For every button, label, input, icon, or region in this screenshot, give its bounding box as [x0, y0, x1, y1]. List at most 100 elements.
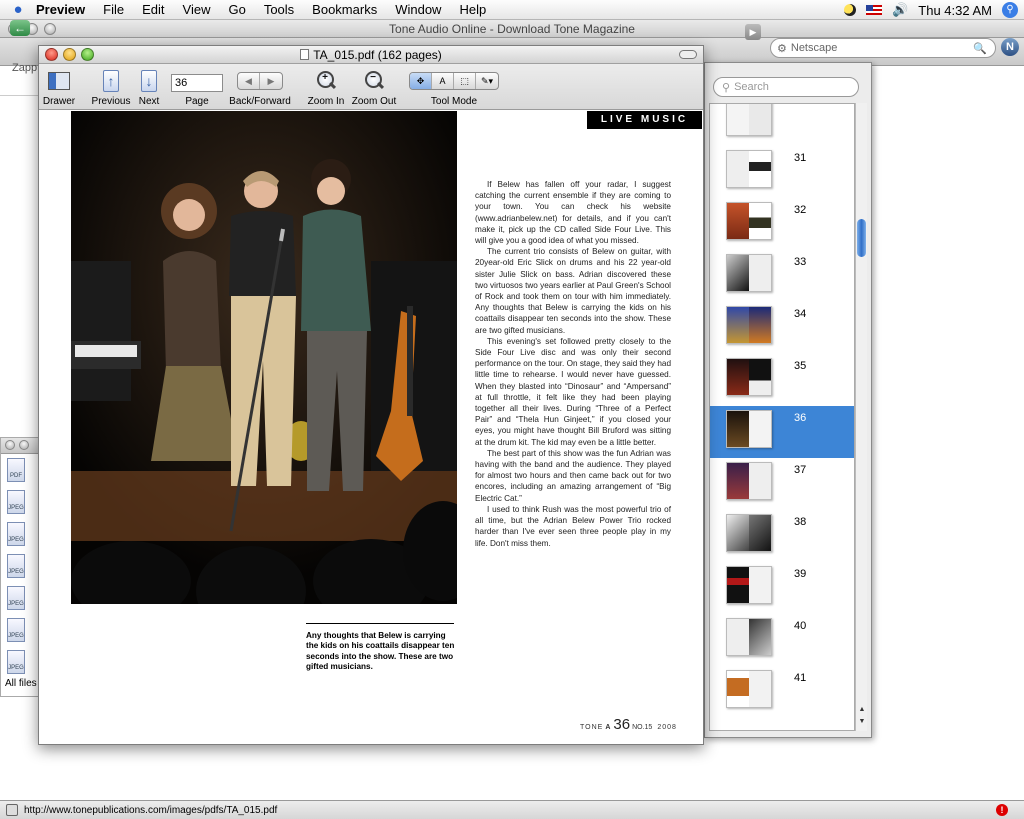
us-flag-icon[interactable] [866, 5, 883, 15]
concert-photo [71, 111, 457, 604]
menu-help[interactable]: Help [459, 2, 486, 17]
page-thumbnail[interactable] [726, 358, 772, 396]
menu-tools[interactable]: Tools [264, 2, 294, 17]
menu-edit[interactable]: Edit [142, 2, 164, 17]
annotate-tool-icon[interactable]: ✎▾ [476, 73, 498, 89]
file-item[interactable]: JPEG [1, 550, 39, 582]
menu-go[interactable]: Go [228, 2, 245, 17]
volume-icon[interactable]: 🔊 [892, 2, 908, 18]
drawer-scrollbar[interactable]: ▲ ▼ [855, 103, 867, 731]
file-item[interactable]: PDF [1, 454, 39, 486]
moon-icon[interactable] [844, 4, 857, 16]
move-tool-icon[interactable]: ✥ [410, 73, 432, 89]
file-item[interactable]: JPEG [1, 614, 39, 646]
browser-back-icon[interactable]: ← [10, 20, 30, 36]
thumbnail-row[interactable]: 31 [710, 146, 854, 198]
search-engine-icon: ⚙ [777, 42, 787, 55]
jpeg-file-icon: JPEG [7, 554, 25, 578]
page-thumbnail[interactable] [726, 670, 772, 708]
browser-status-bar: http://www.tonepublications.com/images/p… [0, 800, 1024, 819]
zoom-out-icon: − [363, 70, 385, 92]
pdf-page[interactable]: LIVE MUSIC If Belew has fallen off your … [40, 111, 702, 744]
page-thumbnail[interactable] [726, 104, 772, 136]
close-icon[interactable] [45, 48, 58, 61]
page-thumbnail[interactable] [726, 254, 772, 292]
forward-icon[interactable]: ▶ [260, 73, 282, 89]
file-item[interactable]: JPEG [1, 518, 39, 550]
browser-search-field[interactable]: ⚙ Netscape 🔍 [770, 38, 996, 58]
thumbnail-row[interactable]: 41 [710, 666, 854, 718]
page-number-input[interactable] [171, 73, 223, 92]
minimize-icon[interactable] [63, 48, 76, 61]
preview-window-controls [45, 48, 94, 61]
previous-button[interactable]: ↑ Previous [89, 68, 133, 107]
file-item[interactable]: JPEG [1, 486, 39, 518]
thumbnail-page-number: 41 [794, 672, 807, 684]
jpeg-file-icon: JPEG [7, 586, 25, 610]
thumbnail-page-number: 35 [794, 360, 807, 372]
browser-tab[interactable]: Zapp [0, 62, 40, 78]
thumbnail-row[interactable]: 37 [710, 458, 854, 510]
menu-app-name[interactable]: Preview [36, 2, 85, 17]
zoom-in-button[interactable]: + Zoom In [305, 68, 347, 107]
back-icon[interactable]: ◀ [238, 73, 260, 89]
page-thumbnail[interactable] [726, 514, 772, 552]
page-thumbnail[interactable] [726, 150, 772, 188]
thumbnail-page-number: 32 [794, 204, 807, 216]
thumbnail-row[interactable]: 35 [710, 354, 854, 406]
scroll-up-icon[interactable]: ▲ [857, 705, 867, 715]
page-thumbnail[interactable] [726, 306, 772, 344]
drawer-button[interactable]: Drawer [41, 68, 77, 107]
jpeg-file-icon: JPEG [7, 490, 25, 514]
thumbnail-row[interactable]: 34 [710, 302, 854, 354]
text-tool-icon[interactable]: A [432, 73, 454, 89]
section-banner: LIVE MUSIC [587, 111, 702, 129]
browser-zoom-icon[interactable] [44, 23, 56, 35]
article-paragraph: This evening's set followed pretty close… [475, 336, 671, 447]
netscape-logo-icon[interactable]: N [1001, 38, 1019, 56]
thumbnail-row[interactable]: 40 [710, 614, 854, 666]
search-engine-label: Netscape [790, 42, 838, 54]
file-minimize-icon[interactable] [19, 440, 29, 450]
zoom-out-button[interactable]: − Zoom Out [351, 68, 397, 107]
status-lock-icon[interactable] [6, 804, 18, 816]
thumbnail-row[interactable]: 33 [710, 250, 854, 302]
thumbnail-row[interactable]: 38 [710, 510, 854, 562]
menu-file[interactable]: File [103, 2, 124, 17]
thumbnail-page-number: 37 [794, 464, 807, 476]
page-thumbnail[interactable] [726, 566, 772, 604]
browser-go-icon[interactable]: ▶ [745, 24, 761, 40]
drawer-scroll-thumb[interactable] [857, 219, 866, 257]
drawer-search-field[interactable]: ⚲ Search [713, 77, 859, 97]
apple-menu-icon[interactable]: ● [0, 1, 36, 18]
page-thumbnail[interactable] [726, 410, 772, 448]
thumbnail-drawer: ⚲ Search 31 32 33 34 35 36 37 38 39 40 4… [704, 62, 872, 738]
menu-view[interactable]: View [183, 2, 211, 17]
thumbnail-list[interactable]: 31 32 33 34 35 36 37 38 39 40 41 [709, 103, 855, 731]
page-thumbnail[interactable] [726, 618, 772, 656]
thumbnail-row[interactable]: 39 [710, 562, 854, 614]
spotlight-icon[interactable]: ⚲ [1002, 2, 1018, 18]
next-button[interactable]: ↓ Next [133, 68, 165, 107]
select-tool-icon[interactable]: ⬚ [454, 73, 476, 89]
preview-window: TA_015.pdf (162 pages) Drawer ↑ Previous… [38, 45, 704, 745]
pdf-document-icon [300, 49, 310, 60]
page-thumbnail[interactable] [726, 462, 772, 500]
menu-bookmarks[interactable]: Bookmarks [312, 2, 377, 17]
menu-clock[interactable]: Thu 4:32 AM [918, 3, 992, 18]
scroll-down-icon[interactable]: ▼ [857, 717, 867, 727]
toolbar-toggle-icon[interactable] [679, 50, 697, 59]
thumbnail-row-partial[interactable] [710, 104, 854, 146]
zoom-icon[interactable] [81, 48, 94, 61]
file-item[interactable]: JPEG [1, 646, 39, 678]
thumbnail-page-number: 31 [794, 152, 807, 164]
menu-window[interactable]: Window [395, 2, 441, 17]
thumbnail-row[interactable]: 32 [710, 198, 854, 250]
pdf-file-icon: PDF [7, 458, 25, 482]
zoom-in-label: Zoom In [307, 96, 345, 107]
thumbnail-row-selected[interactable]: 36 [710, 406, 854, 458]
page-thumbnail[interactable] [726, 202, 772, 240]
file-item[interactable]: JPEG [1, 582, 39, 614]
file-close-icon[interactable] [5, 440, 15, 450]
status-alert-icon[interactable]: ! [996, 804, 1008, 816]
